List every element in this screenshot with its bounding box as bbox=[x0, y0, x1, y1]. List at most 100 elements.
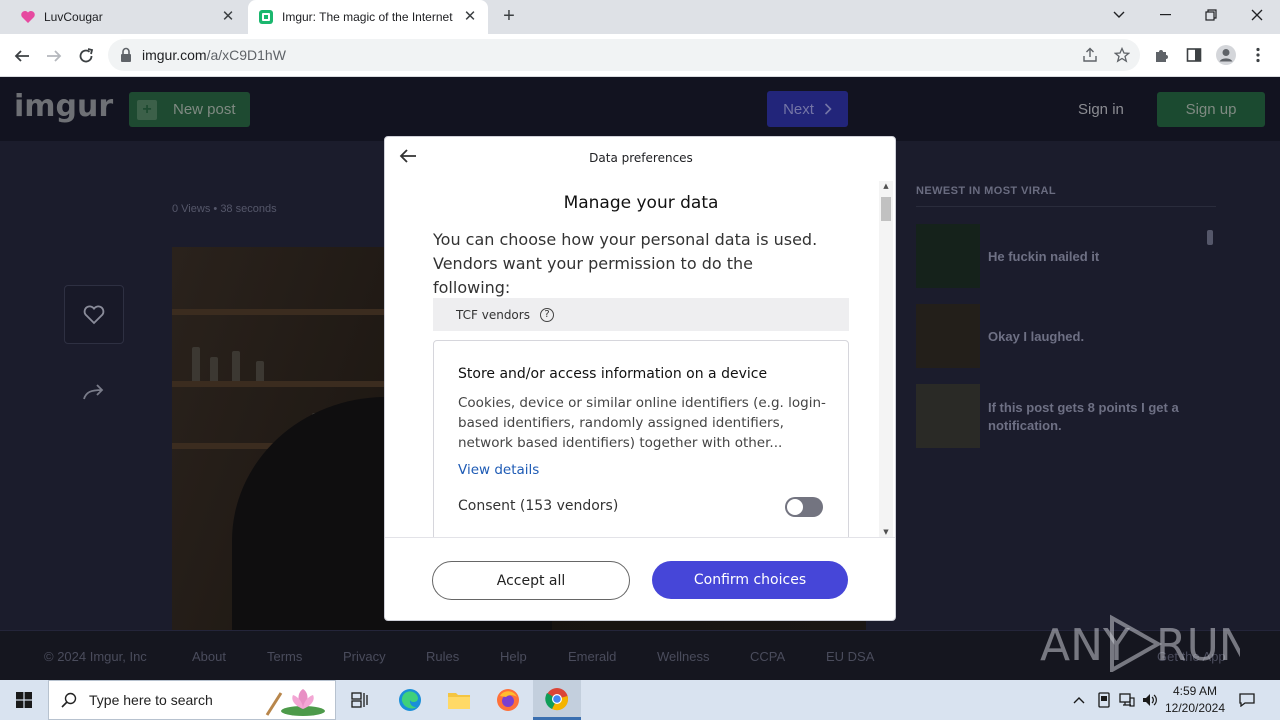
purpose-description: Cookies, device or similar online identi… bbox=[458, 395, 826, 451]
url-text: imgur.com/a/xC9D1hW bbox=[142, 47, 286, 63]
chrome-icon[interactable] bbox=[533, 680, 581, 720]
anyrun-watermark: ANY RUN bbox=[1040, 612, 1252, 674]
close-tab-icon[interactable]: ✕ bbox=[462, 9, 478, 25]
browser-tab-strip: LuvCougar ✕ Imgur: The magic of the Inte… bbox=[0, 0, 1280, 34]
shelf-decoration bbox=[172, 309, 384, 315]
windows-start-icon[interactable] bbox=[0, 680, 48, 720]
scrollbar-thumb[interactable] bbox=[881, 197, 891, 221]
chevron-right-icon bbox=[824, 103, 832, 115]
view-details-link[interactable]: View details bbox=[458, 462, 539, 478]
volume-icon[interactable] bbox=[1139, 680, 1161, 720]
tab-title: LuvCougar bbox=[44, 10, 103, 24]
viral-post-title: Okay I laughed. bbox=[988, 329, 1085, 344]
tab-imgur[interactable]: Imgur: The magic of the Internet ✕ bbox=[248, 0, 488, 34]
viral-post-item[interactable]: He fuckin nailed it bbox=[916, 224, 1216, 288]
tab-search-icon[interactable] bbox=[1096, 0, 1142, 30]
post-meta: 0 Views • 38 seconds bbox=[172, 203, 277, 215]
footer-link-terms[interactable]: Terms bbox=[267, 649, 302, 664]
viral-post-item[interactable]: If this post gets 8 points I get a notif… bbox=[916, 384, 1216, 448]
windows-taskbar: Type here to search 4:59 AM 12/20/2024 bbox=[0, 680, 1280, 720]
sign-up-button[interactable]: Sign up bbox=[1157, 92, 1265, 127]
post-thumbnail bbox=[916, 224, 980, 288]
imgur-logo[interactable]: imgur bbox=[14, 89, 113, 124]
consent-toggle[interactable] bbox=[785, 497, 823, 517]
help-icon[interactable]: ? bbox=[539, 307, 554, 322]
viral-post-title: He fuckin nailed it bbox=[988, 249, 1100, 264]
tcf-vendors-section[interactable]: TCF vendors ? bbox=[433, 298, 849, 331]
svg-text:ANY: ANY bbox=[1040, 620, 1130, 671]
close-tab-icon[interactable]: ✕ bbox=[220, 9, 236, 25]
footer-link-about[interactable]: About bbox=[192, 649, 226, 664]
scroll-down-icon[interactable]: ▼ bbox=[879, 527, 893, 537]
footer-link-help[interactable]: Help bbox=[500, 649, 527, 664]
footer-link-wellness[interactable]: Wellness bbox=[657, 649, 710, 664]
tab-luvcougar[interactable]: LuvCougar ✕ bbox=[0, 0, 246, 34]
browser-menu-icon[interactable] bbox=[1247, 44, 1269, 66]
data-preferences-dialog: Data preferences Manage your data You ca… bbox=[384, 136, 896, 621]
bottle-decoration bbox=[256, 361, 264, 381]
purpose-card: Store and/or access information on a dev… bbox=[433, 340, 849, 537]
bookmark-star-icon[interactable] bbox=[1112, 45, 1132, 65]
next-label: Next bbox=[783, 100, 814, 118]
share-arrow-icon[interactable] bbox=[82, 383, 106, 403]
heart-favicon-icon bbox=[20, 9, 36, 25]
footer-link-emerald[interactable]: Emerald bbox=[568, 649, 616, 664]
share-page-icon[interactable] bbox=[1080, 45, 1100, 65]
clock-date: 12/20/2024 bbox=[1164, 701, 1226, 715]
edge-browser-icon[interactable] bbox=[386, 680, 434, 720]
accept-all-button[interactable]: Accept all bbox=[432, 561, 630, 600]
dialog-footer: Accept all Confirm choices bbox=[385, 537, 895, 620]
heart-icon bbox=[83, 304, 105, 324]
sign-in-link[interactable]: Sign in bbox=[1078, 101, 1124, 118]
dialog-scrollbar[interactable]: ▲ ▼ bbox=[879, 181, 893, 537]
footer-link-ccpa[interactable]: CCPA bbox=[750, 649, 785, 664]
lock-icon[interactable] bbox=[120, 47, 134, 63]
address-bar[interactable]: imgur.com/a/xC9D1hW bbox=[108, 39, 1140, 71]
new-post-button[interactable]: + New post bbox=[129, 92, 250, 127]
footer-link-eu-dsa[interactable]: EU DSA bbox=[826, 649, 874, 664]
favorite-button[interactable] bbox=[64, 285, 124, 344]
back-icon[interactable] bbox=[8, 42, 36, 70]
scroll-up-icon[interactable]: ▲ bbox=[879, 181, 893, 191]
viral-post-item[interactable]: Okay I laughed. bbox=[916, 304, 1216, 368]
confirm-choices-button[interactable]: Confirm choices bbox=[652, 561, 848, 599]
taskbar-clock[interactable]: 4:59 AM 12/20/2024 bbox=[1160, 683, 1230, 717]
close-window-icon[interactable] bbox=[1234, 0, 1280, 30]
footer-link-privacy[interactable]: Privacy bbox=[343, 649, 386, 664]
extensions-icon[interactable] bbox=[1151, 44, 1173, 66]
svg-text:RUN: RUN bbox=[1156, 620, 1240, 671]
new-tab-button[interactable]: + bbox=[498, 6, 520, 28]
firefox-icon[interactable] bbox=[484, 680, 532, 720]
tab-title: Imgur: The magic of the Internet bbox=[282, 10, 453, 24]
consent-label: Consent (153 vendors) bbox=[458, 498, 619, 514]
forward-icon[interactable] bbox=[40, 42, 68, 70]
new-post-label: New post bbox=[173, 101, 236, 118]
purpose-title: Store and/or access information on a dev… bbox=[458, 366, 768, 382]
imgur-header: imgur + New post Next Sign in Sign up bbox=[0, 77, 1280, 141]
show-hidden-icons-chevron-icon[interactable] bbox=[1068, 680, 1090, 720]
plus-icon: + bbox=[137, 99, 157, 120]
next-post-button[interactable]: Next bbox=[767, 91, 848, 127]
bottle-decoration bbox=[232, 351, 240, 381]
side-panel-icon[interactable] bbox=[1183, 44, 1205, 66]
minimize-icon[interactable] bbox=[1142, 0, 1188, 30]
notifications-icon[interactable] bbox=[1234, 680, 1260, 720]
bottle-decoration bbox=[192, 347, 200, 381]
browser-toolbar: imgur.com/a/xC9D1hW bbox=[0, 34, 1280, 77]
taskbar-search-input[interactable]: Type here to search bbox=[48, 680, 336, 720]
search-placeholder: Type here to search bbox=[89, 692, 213, 708]
lotus-search-highlight-icon bbox=[263, 685, 329, 720]
dialog-body: Manage your data You can choose how your… bbox=[385, 177, 895, 537]
post-thumbnail bbox=[916, 384, 980, 448]
network-icon[interactable] bbox=[1116, 680, 1138, 720]
dialog-title: Manage your data bbox=[563, 193, 719, 213]
clock-time: 4:59 AM bbox=[1172, 684, 1218, 698]
task-view-icon[interactable] bbox=[336, 680, 384, 720]
file-explorer-icon[interactable] bbox=[435, 680, 483, 720]
profile-avatar-icon[interactable] bbox=[1215, 44, 1237, 66]
footer-link-rules[interactable]: Rules bbox=[426, 649, 459, 664]
reload-icon[interactable] bbox=[72, 42, 100, 70]
restore-icon[interactable] bbox=[1188, 0, 1234, 30]
device-icon[interactable] bbox=[1093, 680, 1115, 720]
dialog-intro: You can choose how your personal data is… bbox=[433, 230, 818, 297]
